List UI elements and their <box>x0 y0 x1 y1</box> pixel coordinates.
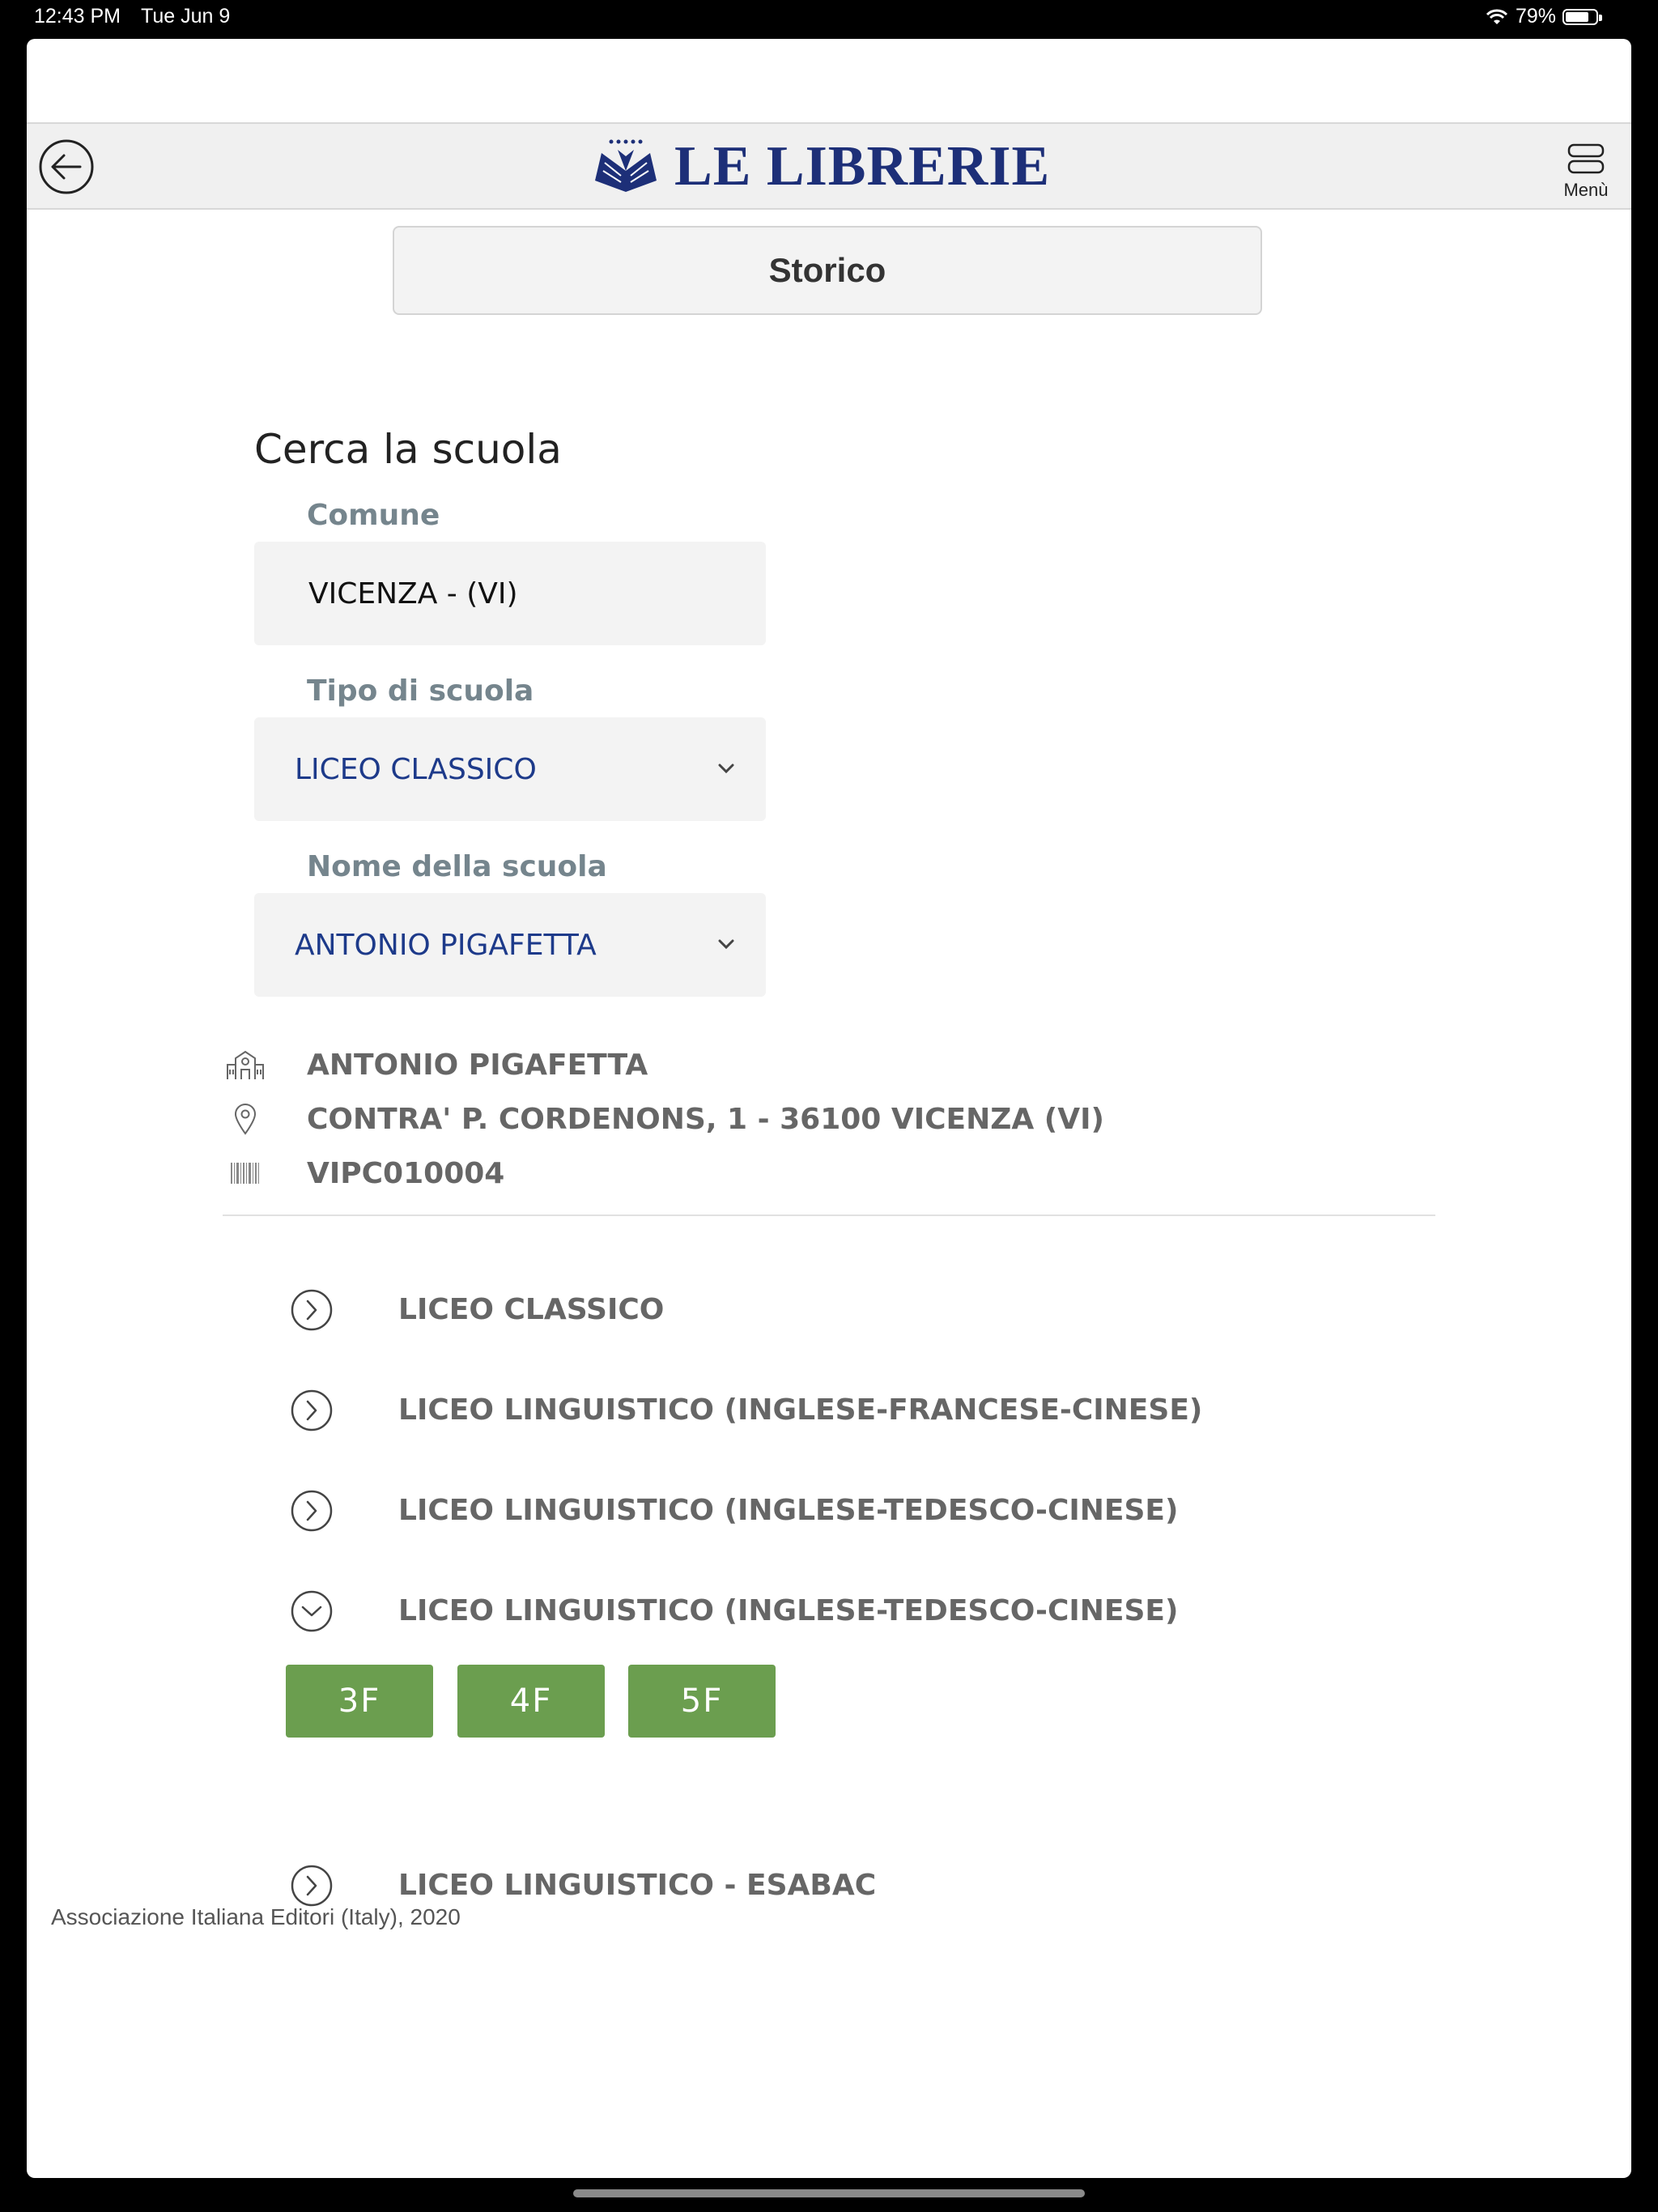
app-screen: LE LIBRERIE Menù Storico Cerca la scuola… <box>27 39 1631 2178</box>
location-pin-icon <box>223 1100 268 1138</box>
back-button[interactable] <box>38 138 95 195</box>
tipo-select[interactable]: LICEO CLASSICO <box>254 717 766 821</box>
tipo-label: Tipo di scuola <box>307 674 534 708</box>
comune-label: Comune <box>307 499 440 532</box>
nome-value: ANTONIO PIGAFETTA <box>295 928 597 962</box>
book-logo-icon <box>595 139 657 192</box>
course-item[interactable]: LICEO CLASSICO <box>290 1288 1261 1337</box>
comune-field[interactable]: VICENZA - (VI) <box>254 542 766 645</box>
course-item[interactable]: LICEO LINGUISTICO (INGLESE-TEDESCO-CINES… <box>290 1489 1261 1538</box>
chevron-right-circle-icon <box>291 1389 333 1431</box>
logo[interactable]: LE LIBRERIE <box>593 135 1050 198</box>
storico-button[interactable]: Storico <box>393 226 1262 315</box>
chevron-right-circle-icon <box>291 1490 333 1532</box>
school-address-row: CONTRA' P. CORDENONS, 1 - 36100 VICENZA … <box>223 1100 1104 1138</box>
course-label: LICEO CLASSICO <box>398 1293 665 1326</box>
divider <box>223 1214 1435 1216</box>
class-button-5f[interactable]: 5F <box>628 1665 776 1738</box>
chevron-down-icon <box>718 764 734 774</box>
course-label: LICEO LINGUISTICO (INGLESE-FRANCESE-CINE… <box>398 1393 1203 1427</box>
barcode-icon <box>223 1154 268 1193</box>
course-label: LICEO LINGUISTICO (INGLESE-TEDESCO-CINES… <box>398 1594 1179 1627</box>
class-button-4f[interactable]: 4F <box>457 1665 605 1738</box>
menu-button[interactable]: Menù <box>1560 143 1612 200</box>
top-bar: LE LIBRERIE Menù <box>27 122 1631 210</box>
status-indicators: 79% <box>1485 5 1602 28</box>
comune-value: VICENZA - (VI) <box>308 576 518 610</box>
wifi-icon <box>1486 9 1508 24</box>
logo-text: LE LIBRERIE <box>674 135 1051 198</box>
school-name-row: ANTONIO PIGAFETTA <box>223 1045 648 1084</box>
course-item-expanded[interactable]: LICEO LINGUISTICO (INGLESE-TEDESCO-CINES… <box>290 1589 1261 1638</box>
tipo-value: LICEO CLASSICO <box>295 752 537 786</box>
menu-label: Menù <box>1563 180 1609 200</box>
chevron-down-circle-icon <box>291 1590 333 1632</box>
battery-percent: 79% <box>1515 5 1556 28</box>
school-address: CONTRA' P. CORDENONS, 1 - 36100 VICENZA … <box>307 1102 1104 1136</box>
course-item[interactable]: LICEO LINGUISTICO (INGLESE-FRANCESE-CINE… <box>290 1389 1261 1437</box>
footer-copyright: Associazione Italiana Editori (Italy), 2… <box>51 1904 461 1929</box>
school-building-icon <box>223 1045 268 1084</box>
status-bar: 12:43 PM Tue Jun 9 79% <box>0 0 1658 37</box>
school-code-row: VIPC010004 <box>223 1154 504 1193</box>
battery-icon <box>1562 8 1602 25</box>
back-arrow-icon <box>39 139 94 194</box>
home-indicator[interactable] <box>573 2189 1085 2197</box>
nome-select[interactable]: ANTONIO PIGAFETTA <box>254 893 766 997</box>
section-title: Cerca la scuola <box>254 426 562 473</box>
chevron-right-circle-icon <box>291 1865 333 1907</box>
course-label: LICEO LINGUISTICO (INGLESE-TEDESCO-CINES… <box>398 1494 1179 1527</box>
school-code: VIPC010004 <box>307 1156 505 1190</box>
chevron-right-circle-icon <box>291 1289 333 1331</box>
school-name: ANTONIO PIGAFETTA <box>307 1048 648 1082</box>
status-time: 12:43 PM <box>34 5 121 28</box>
class-button-3f[interactable]: 3F <box>286 1665 433 1738</box>
course-label: LICEO LINGUISTICO - ESABAC <box>398 1869 877 1902</box>
nome-label: Nome della scuola <box>307 850 607 883</box>
menu-icon <box>1567 143 1605 174</box>
status-date: Tue Jun 9 <box>141 5 231 28</box>
chevron-down-icon <box>718 939 734 950</box>
